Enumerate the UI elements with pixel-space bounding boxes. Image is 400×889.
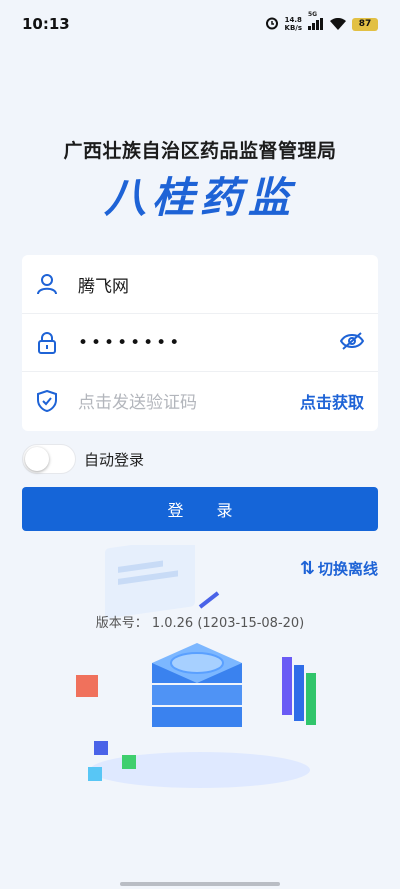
eye-off-icon[interactable]	[339, 331, 365, 354]
username-field[interactable]: 腾飞网	[78, 272, 364, 297]
network-type: 5G	[308, 11, 318, 18]
code-row[interactable]: 点击发送验证码 点击获取	[22, 371, 378, 429]
home-indicator[interactable]	[120, 882, 280, 886]
auto-login-toggle[interactable]	[22, 444, 76, 474]
version-text: 版本号： 1.0.26 (1203-15-08-20)	[95, 616, 305, 631]
battery-indicator: 87	[352, 17, 378, 31]
toggle-knob	[25, 447, 49, 471]
net-speed-value: 14.8	[284, 16, 302, 24]
password-row[interactable]: ••••••••	[22, 313, 378, 371]
net-speed: 14.8 KB/s	[285, 16, 302, 32]
pharma-illustration	[76, 545, 316, 788]
status-time: 10:13	[22, 15, 70, 33]
lock-icon	[36, 331, 58, 354]
verification-code-input[interactable]: 点击发送验证码	[78, 388, 300, 413]
username-row[interactable]: 腾飞网	[22, 255, 378, 313]
status-bar: 10:13 14.8 KB/s 5G 87	[0, 0, 400, 48]
net-speed-unit: KB/s	[284, 24, 302, 32]
wifi-icon	[330, 15, 346, 34]
shield-check-icon	[36, 389, 58, 412]
login-form-card: 腾飞网 •••••••• 点击发送验证码 点击获取	[22, 255, 378, 431]
switch-offline-button[interactable]: ⇅ 切换离线	[300, 558, 378, 579]
password-field[interactable]: ••••••••	[78, 333, 340, 353]
status-icons: 14.8 KB/s 5G 87	[265, 11, 378, 34]
auto-login-row: 自动登录	[22, 444, 144, 474]
switch-offline-label: 切换离线	[317, 560, 378, 578]
user-icon	[36, 273, 58, 295]
signal-icon: 5G	[308, 11, 324, 30]
get-code-button[interactable]: 点击获取	[300, 389, 364, 413]
swap-arrows-icon: ⇅	[299, 558, 315, 579]
agency-title: 广西壮族自治区药品监督管理局	[63, 140, 337, 162]
alarm-icon	[265, 15, 279, 34]
auto-login-label: 自动登录	[84, 450, 145, 469]
brand-logo-text: 八桂药监	[103, 173, 296, 222]
login-button[interactable]: 登 录	[22, 487, 378, 531]
